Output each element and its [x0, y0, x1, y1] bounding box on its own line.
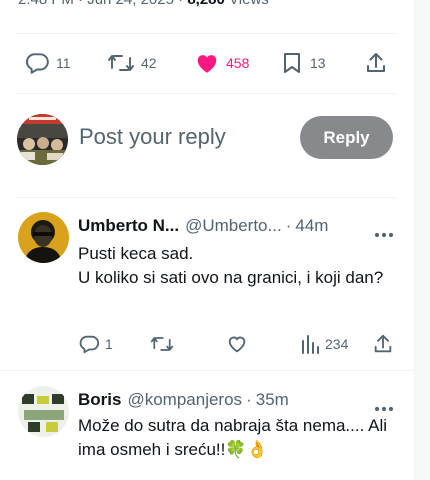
conversation-column: 2:48 PM · Jun 24, 2025 · 8,280 Views 11 …: [0, 0, 414, 480]
tweet-text: Pusti keca sad. U koliko si sati ovo na …: [78, 244, 384, 287]
reply-action[interactable]: 1: [78, 332, 113, 356]
user-name[interactable]: Boris: [78, 390, 121, 410]
like-action[interactable]: 458: [194, 49, 249, 77]
repost-icon: [108, 55, 134, 71]
more-options-icon[interactable]: [374, 399, 394, 412]
reply-tweet[interactable]: Umberto N... @Umberto... · 44m Pusti kec…: [0, 212, 414, 372]
divider: [16, 197, 397, 198]
reply-composer: Post your reply Reply: [16, 108, 397, 168]
repost-action[interactable]: [150, 332, 174, 356]
scrollbar-rail[interactable]: [414, 0, 430, 480]
own-avatar[interactable]: [17, 114, 68, 165]
divider: [16, 33, 397, 34]
user-handle[interactable]: @kompanjeros: [127, 390, 242, 410]
reply-tweet[interactable]: Boris @kompanjeros · 35m Može do sutra d…: [0, 386, 414, 480]
more-options-icon[interactable]: [374, 225, 394, 238]
views-action[interactable]: 234: [300, 332, 348, 356]
tweet-header: Boris @kompanjeros · 35m: [78, 390, 289, 410]
tweet-time: 2:48 PM: [18, 0, 74, 8]
reply-count: 11: [56, 55, 71, 71]
like-count: 458: [226, 55, 250, 71]
timestamp[interactable]: 44m: [295, 216, 328, 236]
divider: [16, 93, 397, 94]
reply-icon: [79, 335, 100, 354]
views-count: 234: [325, 336, 349, 352]
tweet-text: Može do sutra da nabraja šta nema.... Al…: [78, 416, 388, 459]
user-name[interactable]: Umberto N...: [78, 216, 179, 236]
like-action[interactable]: [226, 332, 248, 356]
tweet-meta: 2:48 PM · Jun 24, 2025 · 8,280 Views: [18, 0, 269, 8]
views-count: 8,280: [187, 0, 225, 8]
share-action[interactable]: [372, 332, 394, 356]
separator: ·: [285, 216, 292, 235]
meta-separator: ·: [178, 0, 183, 8]
heart-filled-icon: [197, 55, 217, 73]
share-action[interactable]: [364, 49, 388, 77]
tweet-action-bar: 1 234: [78, 332, 398, 356]
reply-action[interactable]: 11: [24, 49, 71, 77]
tweet-date[interactable]: Jun 24, 2025: [87, 0, 174, 8]
bookmark-action[interactable]: 13: [280, 49, 326, 77]
reply-button[interactable]: Reply: [300, 116, 393, 159]
analytics-icon: [302, 335, 319, 354]
views-label: Views: [229, 0, 269, 8]
repost-count: 42: [141, 55, 157, 71]
tweet-header: Umberto N... @Umberto... · 44m: [78, 216, 328, 236]
reply-input[interactable]: Post your reply: [79, 124, 226, 150]
avatar[interactable]: [18, 212, 69, 263]
timestamp[interactable]: 35m: [256, 390, 289, 410]
share-icon: [374, 334, 392, 353]
repost-icon: [150, 337, 174, 351]
avatar[interactable]: [18, 386, 69, 437]
tweet-action-bar: 11 42 458 13: [18, 49, 393, 77]
repost-action[interactable]: 42: [107, 49, 157, 77]
heart-icon: [228, 336, 246, 353]
reply-icon: [26, 53, 49, 74]
reply-count: 1: [105, 336, 113, 352]
separator: ·: [246, 390, 252, 409]
divider: [0, 370, 414, 371]
meta-separator: ·: [78, 0, 83, 8]
bookmark-icon: [284, 53, 300, 73]
bookmark-count: 13: [310, 55, 326, 71]
share-icon: [367, 53, 385, 72]
user-handle[interactable]: @Umberto...: [185, 216, 282, 236]
